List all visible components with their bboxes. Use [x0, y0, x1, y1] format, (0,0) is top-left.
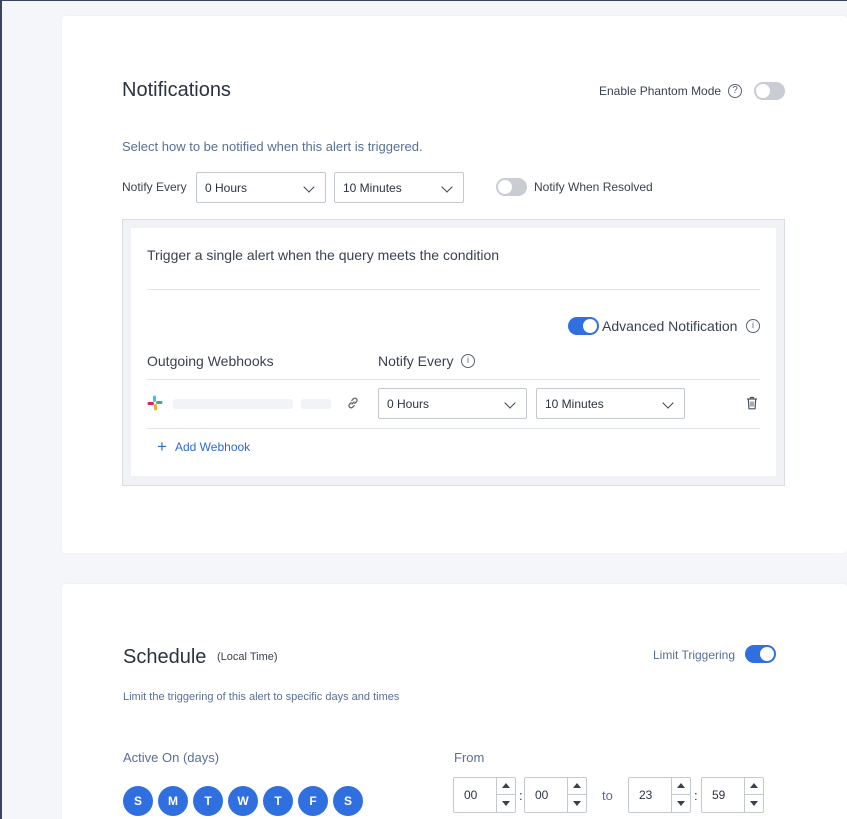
day-toggle-sunday[interactable]: S	[123, 786, 153, 816]
to-hour-value: 23	[639, 788, 653, 802]
link-icon[interactable]	[346, 396, 360, 410]
plus-icon: +	[157, 437, 167, 456]
notify-when-resolved-label: Notify When Resolved	[534, 180, 653, 194]
notify-hours-select[interactable]: 0 Hours	[196, 172, 326, 203]
schedule-subtitle: Limit the triggering of this alert to sp…	[123, 691, 400, 703]
decrement-icon[interactable]	[672, 795, 690, 812]
notification-rule-panel: Trigger a single alert when the query me…	[122, 219, 785, 486]
notify-every-label: Notify Every	[122, 180, 187, 194]
decrement-icon[interactable]	[745, 795, 763, 812]
divider	[147, 428, 760, 429]
to-minute-input[interactable]: 59	[701, 777, 764, 813]
to-hour-input[interactable]: 23	[628, 777, 691, 813]
from-hour-input[interactable]: 00	[453, 777, 516, 813]
increment-icon[interactable]	[672, 778, 690, 795]
webhook-minutes-select[interactable]: 10 Minutes	[536, 388, 685, 419]
webhook-hours-value: 0 Hours	[387, 397, 430, 411]
phantom-mode-label: Enable Phantom Mode	[599, 84, 722, 98]
webhook-minutes-value: 10 Minutes	[545, 397, 604, 411]
notifications-subtitle: Select how to be notified when this aler…	[122, 139, 423, 154]
trash-icon[interactable]	[746, 396, 758, 410]
add-webhook-label: Add Webhook	[175, 440, 251, 454]
schedule-title: Schedule	[123, 646, 207, 668]
to-minute-value: 59	[712, 788, 726, 802]
info-icon[interactable]: i	[746, 319, 760, 333]
redacted-webhook-name	[173, 399, 293, 409]
schedule-card: Schedule (Local Time) Limit Triggering L…	[62, 584, 847, 819]
chevron-down-icon	[662, 397, 674, 409]
chevron-down-icon	[504, 397, 516, 409]
time-separator: :	[519, 788, 523, 803]
schedule-timezone-note: (Local Time)	[217, 651, 278, 663]
webhook-row: 0 Hours 10 Minutes	[147, 380, 760, 428]
limit-triggering-label: Limit Triggering	[653, 648, 736, 662]
redacted-webhook-type	[301, 399, 331, 409]
from-hour-value: 00	[464, 788, 478, 802]
chevron-down-icon	[303, 181, 315, 193]
from-label: From	[454, 750, 485, 765]
advanced-notification-toggle[interactable]	[568, 317, 599, 335]
day-toggle-monday[interactable]: M	[158, 786, 188, 816]
increment-icon[interactable]	[568, 778, 586, 795]
rule-description: Trigger a single alert when the query me…	[147, 247, 500, 263]
notify-minutes-select[interactable]: 10 Minutes	[334, 172, 464, 203]
info-icon[interactable]: i	[461, 354, 475, 368]
decrement-icon[interactable]	[568, 795, 586, 812]
day-toggle-thursday[interactable]: T	[263, 786, 293, 816]
chevron-down-icon	[441, 181, 453, 193]
day-toggle-friday[interactable]: F	[298, 786, 328, 816]
day-toggle-wednesday[interactable]: W	[228, 786, 258, 816]
time-separator: :	[694, 788, 698, 803]
window-left-border	[0, 0, 2, 819]
notify-minutes-value: 10 Minutes	[343, 181, 402, 195]
to-label: to	[602, 788, 613, 803]
active-on-label: Active On (days)	[123, 750, 220, 765]
advanced-notification-label: Advanced Notification	[602, 318, 738, 334]
notifications-card: Notifications Enable Phantom Mode ? Sele…	[62, 16, 847, 553]
phantom-mode-toggle[interactable]	[754, 82, 785, 100]
webhook-hours-select[interactable]: 0 Hours	[378, 388, 527, 419]
divider	[147, 289, 760, 290]
notify-hours-value: 0 Hours	[205, 181, 248, 195]
limit-triggering-toggle[interactable]	[745, 645, 776, 663]
from-minute-input[interactable]: 00	[524, 777, 587, 813]
day-toggle-saturday[interactable]: S	[333, 786, 363, 816]
decrement-icon[interactable]	[497, 795, 515, 812]
increment-icon[interactable]	[745, 778, 763, 795]
outgoing-webhooks-header: Outgoing Webhooks	[147, 353, 274, 369]
webhook-notify-every-header: Notify Every	[378, 353, 454, 369]
help-circle-icon[interactable]: ?	[728, 84, 742, 98]
from-minute-value: 00	[535, 788, 549, 802]
day-toggle-tuesday[interactable]: T	[193, 786, 223, 816]
slack-icon	[147, 395, 163, 411]
increment-icon[interactable]	[497, 778, 515, 795]
notification-rule-body: Trigger a single alert when the query me…	[131, 228, 776, 476]
window-top-border	[0, 0, 847, 1]
notifications-title: Notifications	[122, 79, 231, 101]
notify-when-resolved-toggle[interactable]	[496, 178, 527, 196]
